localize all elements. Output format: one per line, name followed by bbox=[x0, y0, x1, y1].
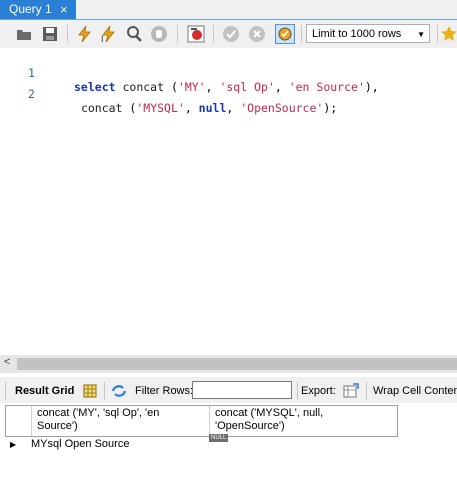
column-header-line: concat ('MYSQL', null, bbox=[215, 407, 324, 419]
chevron-down-icon: ▼ bbox=[417, 30, 425, 39]
commit-icon[interactable] bbox=[221, 24, 241, 44]
toolbar-separator bbox=[67, 25, 68, 43]
explain-icon[interactable] bbox=[124, 24, 144, 44]
toolbar-separator bbox=[5, 382, 6, 400]
result-grid-tab[interactable]: Result Grid bbox=[15, 385, 74, 397]
toolbar-separator bbox=[177, 25, 178, 43]
toolbar-separator bbox=[437, 25, 438, 43]
tab-bar: Query 1 × bbox=[0, 0, 457, 20]
limit-rows-label: Limit to 1000 rows bbox=[312, 28, 402, 40]
stop-icon[interactable] bbox=[149, 24, 169, 44]
sql-editor[interactable]: 1 select concat ('MY', 'sql Op', 'en Sou… bbox=[0, 48, 457, 355]
column-header-line: 'OpenSource') bbox=[215, 420, 285, 432]
grid-icon[interactable] bbox=[80, 381, 100, 401]
editor-line: 2 concat ('MYSQL', null, 'OpenSource'); bbox=[0, 73, 457, 115]
column-header-line: Source') bbox=[37, 420, 78, 432]
row-pointer-icon: ▶ bbox=[10, 440, 17, 449]
code-text: concat ('MYSQL', null, 'OpenSource'); bbox=[80, 101, 338, 115]
close-icon[interactable]: × bbox=[60, 0, 68, 19]
toolbar-separator bbox=[366, 382, 367, 400]
column-header-1[interactable]: concat ('MY', 'sql Op', 'en Source') bbox=[37, 407, 207, 433]
scroll-thumb[interactable] bbox=[17, 358, 457, 370]
refresh-icon[interactable] bbox=[109, 381, 129, 401]
column-header-line: concat ('MY', 'sql Op', 'en bbox=[37, 407, 160, 419]
toolbar-separator bbox=[301, 25, 302, 43]
horizontal-scrollbar[interactable]: < bbox=[0, 355, 457, 373]
svg-text:I: I bbox=[101, 34, 104, 43]
execute-current-icon[interactable]: I bbox=[99, 24, 119, 44]
column-divider[interactable] bbox=[209, 406, 210, 436]
tab-query-1[interactable]: Query 1 × bbox=[0, 0, 76, 19]
export-icon[interactable] bbox=[341, 381, 361, 401]
toolbar-separator bbox=[104, 382, 105, 400]
toggle-continue-icon[interactable] bbox=[186, 24, 206, 44]
column-header-2[interactable]: concat ('MYSQL', null, 'OpenSource') bbox=[215, 407, 395, 433]
tab-title: Query 1 bbox=[9, 2, 52, 16]
save-icon[interactable] bbox=[40, 24, 60, 44]
execute-icon[interactable] bbox=[74, 24, 94, 44]
toolbar-separator bbox=[213, 25, 214, 43]
rollback-icon[interactable] bbox=[247, 24, 267, 44]
limit-rows-select[interactable]: Limit to 1000 rows ▼ bbox=[306, 24, 430, 43]
sql-toolbar: I Limit to 1000 rows ▼ bbox=[0, 20, 457, 48]
table-cell[interactable]: MYsql Open Source bbox=[31, 438, 129, 450]
beautify-icon[interactable] bbox=[439, 24, 457, 44]
export-label: Export: bbox=[301, 385, 336, 397]
filter-rows-input[interactable] bbox=[192, 381, 292, 399]
open-folder-icon[interactable] bbox=[14, 24, 34, 44]
result-grid: concat ('MY', 'sql Op', 'en Source') con… bbox=[0, 403, 457, 502]
editor-line: 1 select concat ('MY', 'sql Op', 'en Sou… bbox=[0, 52, 457, 94]
wrap-cell-content-toggle[interactable]: Wrap Cell Content bbox=[373, 385, 457, 397]
null-badge: NULL bbox=[209, 434, 229, 442]
toolbar-separator bbox=[297, 382, 298, 400]
row-number-header bbox=[6, 406, 32, 436]
line-number: 2 bbox=[28, 87, 35, 101]
result-toolbar: Result Grid Filter Rows: Export: Wrap Ce… bbox=[0, 377, 457, 405]
filter-rows-label: Filter Rows: bbox=[135, 385, 194, 397]
grid-header: concat ('MY', 'sql Op', 'en Source') con… bbox=[5, 405, 398, 437]
scroll-left-icon[interactable]: < bbox=[4, 356, 10, 368]
autocommit-icon[interactable] bbox=[275, 24, 295, 44]
